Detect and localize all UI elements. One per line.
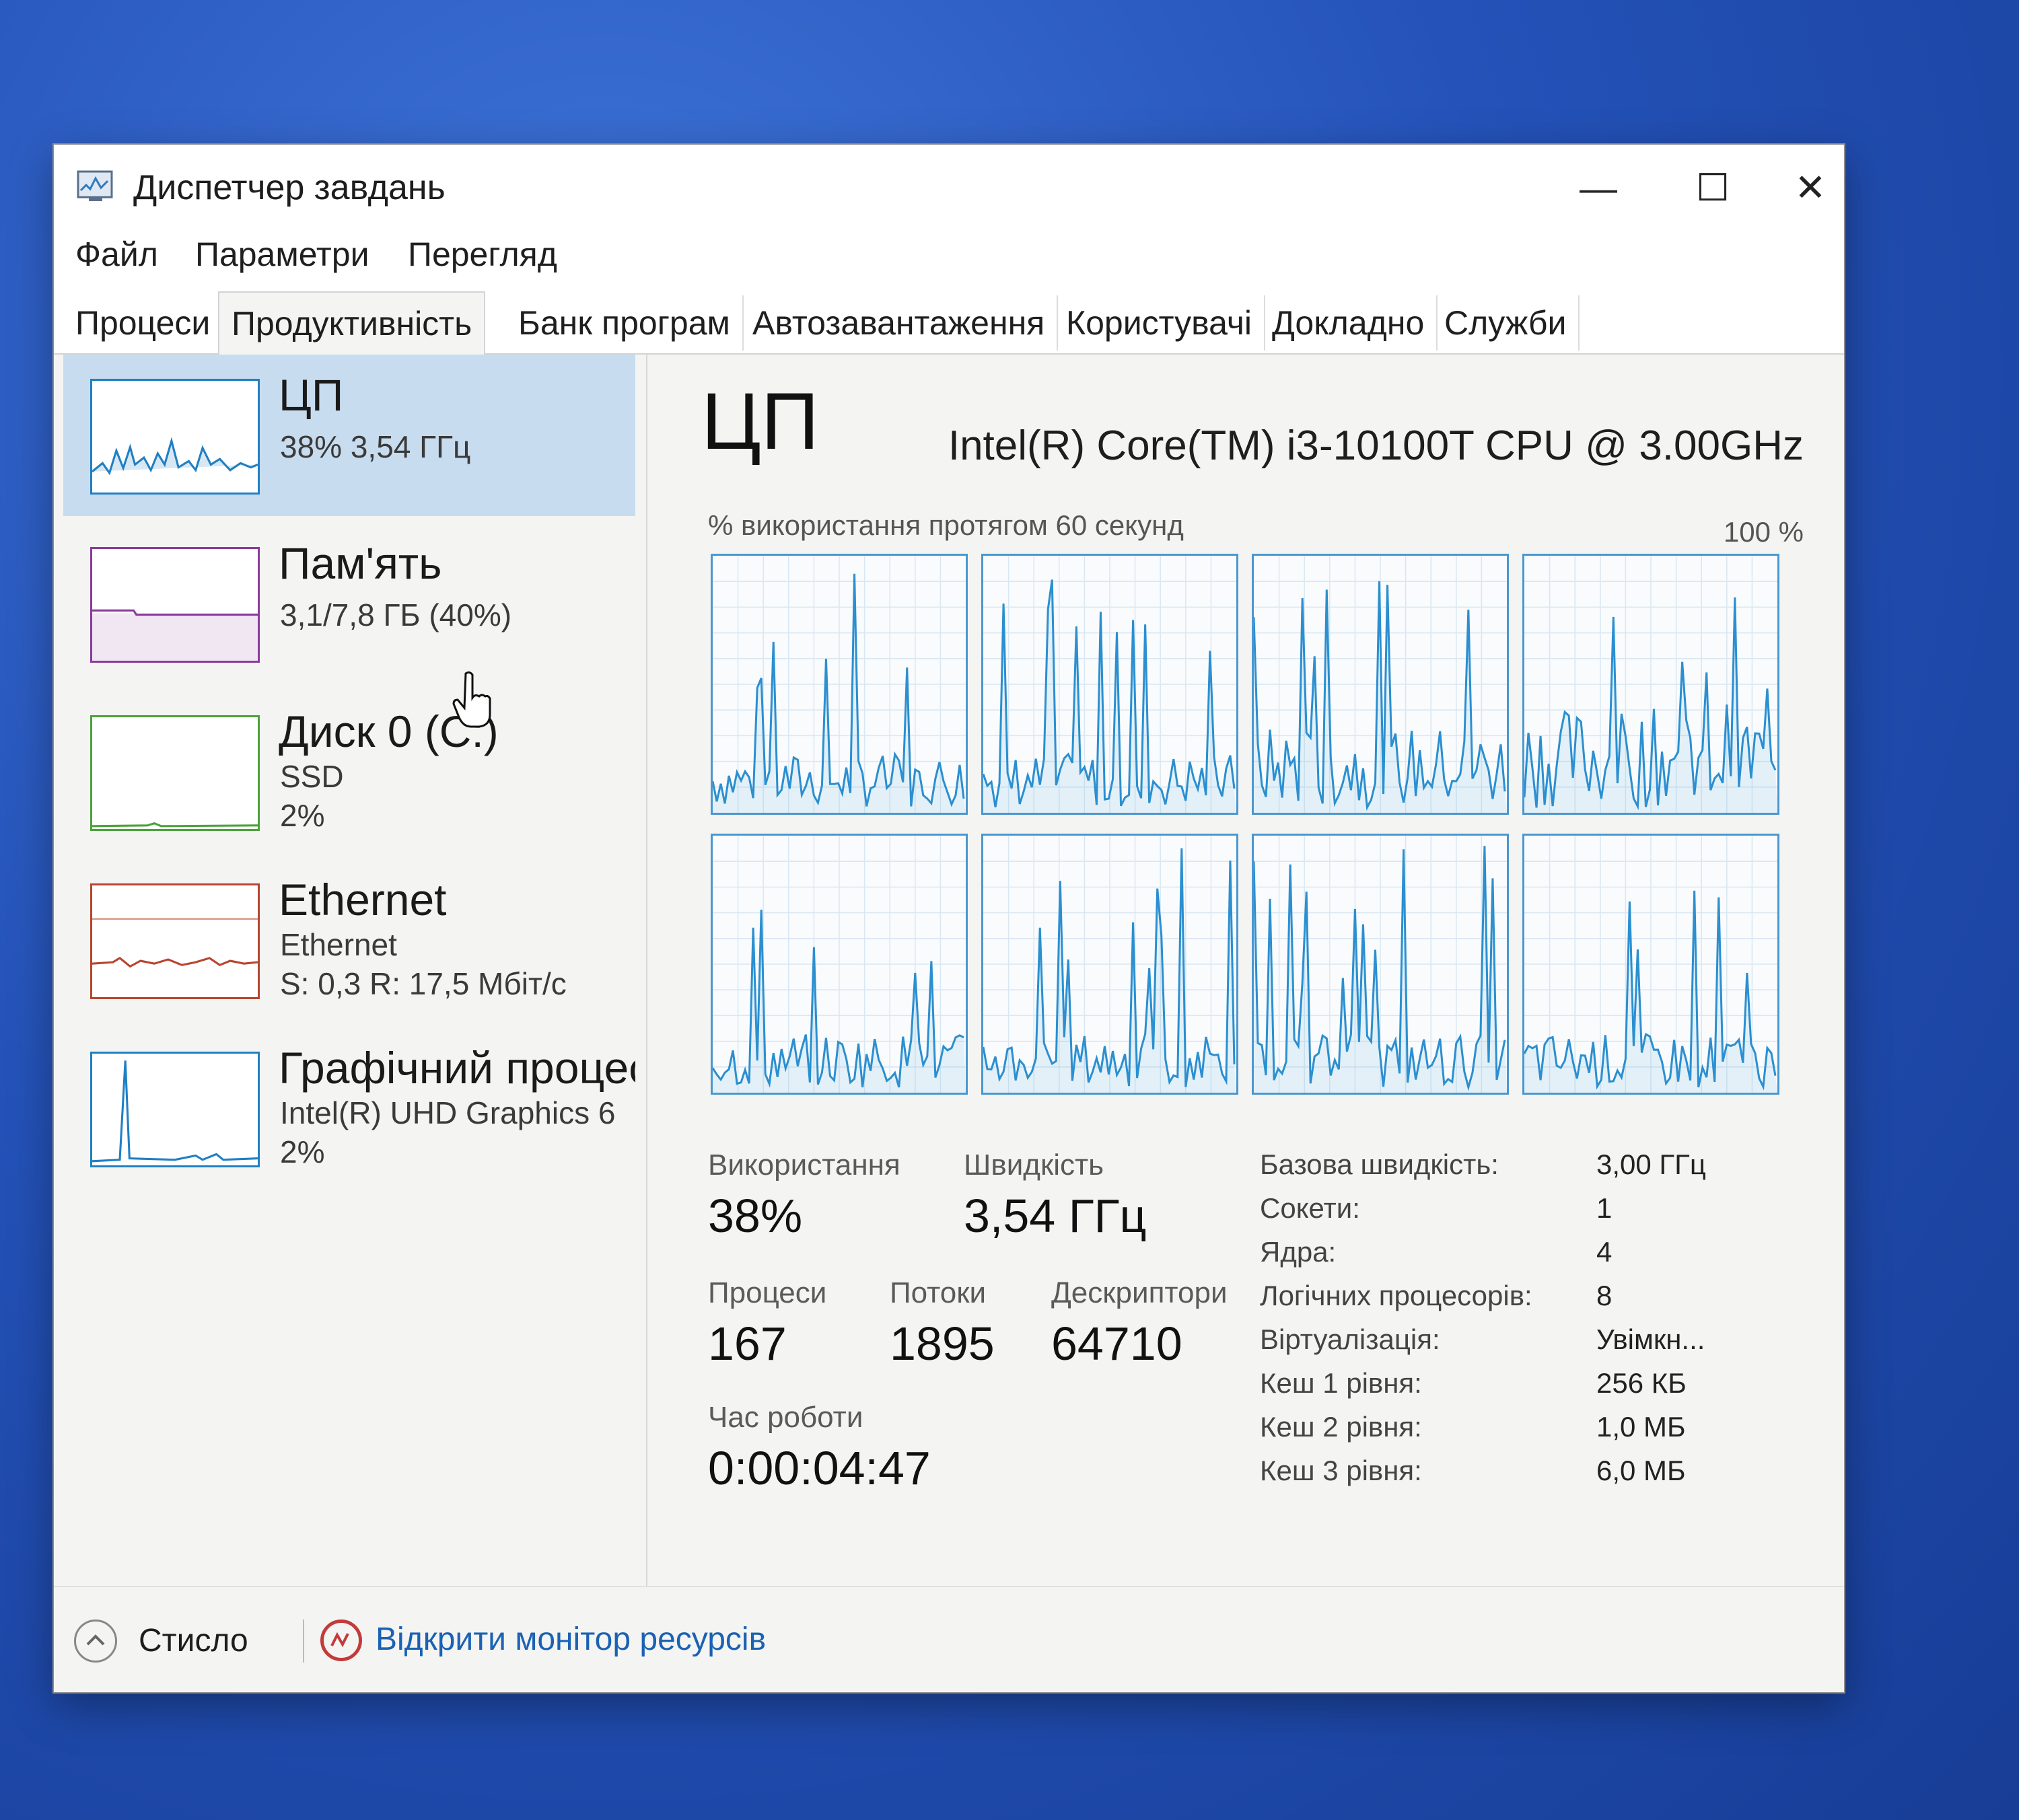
tab-services[interactable]: Служби (1432, 295, 1580, 351)
task-manager-app-icon (77, 170, 113, 201)
spec-logical-processors-label: Логічних процесорів: (1260, 1280, 1532, 1311)
sidebar-cpu-usage: 38% 3,54 ГГц (280, 429, 471, 464)
logical-processor-graph (1522, 554, 1779, 815)
handles-label: Дескриптори (1051, 1276, 1228, 1309)
performance-sidebar: ЦП 38% 3,54 ГГц Пам'ять 3,1/7,8 ГБ (40%)… (54, 355, 647, 1586)
sidebar-item-memory[interactable]: Пам'ять 3,1/7,8 ГБ (40%) (63, 523, 635, 684)
close-button[interactable]: ✕ (1777, 161, 1844, 215)
maximize-icon: ☐ (1695, 166, 1730, 209)
sidebar-gpu-title: Графічний процес (279, 1043, 635, 1093)
logical-processor-graph (1252, 834, 1509, 1095)
speed-label: Швидкість (964, 1149, 1104, 1181)
tab-performance[interactable]: Продуктивність (218, 291, 486, 355)
memory-thumbnail-graph (90, 547, 260, 663)
logical-processor-graph (981, 554, 1238, 815)
spec-virtualization-value: Увімкн... (1596, 1323, 1705, 1355)
uptime-value: 0:00:04:47 (708, 1442, 931, 1494)
spec-l2-cache-value: 1,0 МБ (1596, 1411, 1686, 1443)
hand-cursor-icon (452, 671, 491, 728)
resource-monitor-icon[interactable] (320, 1619, 362, 1661)
minimize-button[interactable]: — (1548, 161, 1649, 215)
fewer-details-button[interactable]: Стисло (139, 1622, 248, 1659)
sidebar-item-gpu[interactable]: Графічний процес Intel(R) UHD Graphics 6… (63, 1027, 635, 1189)
sidebar-disk-type: SSD (280, 759, 344, 794)
menu-options[interactable]: Параметри (195, 235, 369, 274)
logical-processor-graph (1252, 554, 1509, 815)
spec-sockets-label: Сокети: (1260, 1192, 1360, 1224)
tab-bar: Процеси Продуктивність Банк програм Авто… (54, 286, 1844, 355)
menu-view[interactable]: Перегляд (408, 235, 557, 274)
gpu-thumbnail-graph (90, 1052, 260, 1167)
sidebar-item-disk[interactable]: Диск 0 (C:) SSD 2% (63, 691, 635, 852)
sidebar-ethernet-adapter: Ethernet (280, 927, 397, 962)
spec-cores-value: 4 (1596, 1236, 1613, 1268)
usage-value: 38% (708, 1190, 803, 1242)
logical-processor-graph (711, 554, 968, 815)
sidebar-ethernet-throughput: S: 0,3 R: 17,5 Мбіт/с (280, 966, 567, 1001)
logical-processor-graph (981, 834, 1238, 1095)
logical-processor-graph (1522, 834, 1779, 1095)
open-resource-monitor-link[interactable]: Відкрити монітор ресурсів (376, 1621, 766, 1658)
spec-cores-label: Ядра: (1260, 1236, 1337, 1268)
logical-processor-graph (711, 834, 968, 1095)
processes-value: 167 (708, 1317, 787, 1370)
threads-value: 1895 (890, 1317, 995, 1370)
ethernet-thumbnail-graph (90, 883, 260, 999)
spec-l3-cache-value: 6,0 МБ (1596, 1455, 1686, 1486)
spec-logical-processors-value: 8 (1596, 1280, 1613, 1311)
spec-base-speed-value: 3,00 ГГц (1596, 1149, 1706, 1180)
processes-label: Процеси (708, 1276, 827, 1309)
sidebar-cpu-title: ЦП (279, 370, 344, 420)
cpu-graph-label: % використання протягом 60 секунд (708, 509, 1184, 541)
spec-l1-cache-label: Кеш 1 рівня: (1260, 1367, 1422, 1399)
task-manager-window: Диспетчер завдань — ☐ ✕ Файл Параметри П… (54, 145, 1844, 1692)
sidebar-item-ethernet[interactable]: Ethernet Ethernet S: 0,3 R: 17,5 Мбіт/с (63, 859, 635, 1021)
tab-startup[interactable]: Автозавантаження (740, 295, 1059, 351)
minimize-icon: — (1580, 166, 1617, 209)
spec-l2-cache-label: Кеш 2 рівня: (1260, 1411, 1422, 1443)
window-title: Диспетчер завдань (133, 168, 446, 207)
spec-l1-cache-value: 256 КБ (1596, 1367, 1687, 1399)
sidebar-item-cpu[interactable]: ЦП 38% 3,54 ГГц (63, 355, 635, 516)
sidebar-gpu-model: Intel(R) UHD Graphics 6 (280, 1095, 616, 1130)
uptime-label: Час роботи (708, 1401, 863, 1434)
sidebar-disk-usage: 2% (280, 798, 325, 833)
spec-l3-cache-label: Кеш 3 рівня: (1260, 1455, 1422, 1486)
spec-base-speed-label: Базова швидкість: (1260, 1149, 1499, 1180)
sidebar-memory-title: Пам'ять (279, 538, 442, 588)
menu-bar: Файл Параметри Перегляд (54, 225, 1844, 286)
sidebar-ethernet-title: Ethernet (279, 875, 447, 924)
maximize-button[interactable]: ☐ (1662, 161, 1763, 215)
logical-processor-graphs (711, 554, 1781, 1099)
tab-processes[interactable]: Процеси (63, 295, 224, 351)
tab-users[interactable]: Користувачі (1054, 295, 1266, 351)
tab-app-history[interactable]: Банк програм (506, 295, 744, 351)
close-icon: ✕ (1794, 166, 1827, 209)
footer-divider (303, 1619, 304, 1663)
spec-sockets-value: 1 (1596, 1192, 1613, 1224)
cpu-detail-panel: ЦП Intel(R) Core(TM) i3-10100T CPU @ 3.0… (647, 355, 1844, 1586)
sidebar-gpu-usage: 2% (280, 1134, 325, 1169)
threads-label: Потоки (890, 1276, 987, 1309)
tab-details[interactable]: Докладно (1260, 295, 1438, 351)
usage-label: Використання (708, 1149, 900, 1181)
sidebar-memory-usage: 3,1/7,8 ГБ (40%) (280, 597, 512, 632)
menu-file[interactable]: Файл (75, 235, 158, 274)
cpu-thumbnail-graph (90, 379, 260, 495)
cpu-heading: ЦП (701, 376, 820, 466)
title-bar[interactable]: Диспетчер завдань — ☐ ✕ (54, 145, 1844, 225)
cpu-model: Intel(R) Core(TM) i3-10100T CPU @ 3.00GH… (948, 423, 1804, 469)
disk-thumbnail-graph (90, 715, 260, 831)
chevron-up-icon[interactable] (74, 1619, 117, 1663)
spec-virtualization-label: Віртуалізація: (1260, 1323, 1440, 1355)
handles-value: 64710 (1051, 1317, 1182, 1370)
speed-value: 3,54 ГГц (964, 1190, 1147, 1242)
cpu-graph-max: 100 % (1723, 516, 1804, 548)
footer-bar: Стисло Відкрити монітор ресурсів (54, 1586, 1844, 1692)
